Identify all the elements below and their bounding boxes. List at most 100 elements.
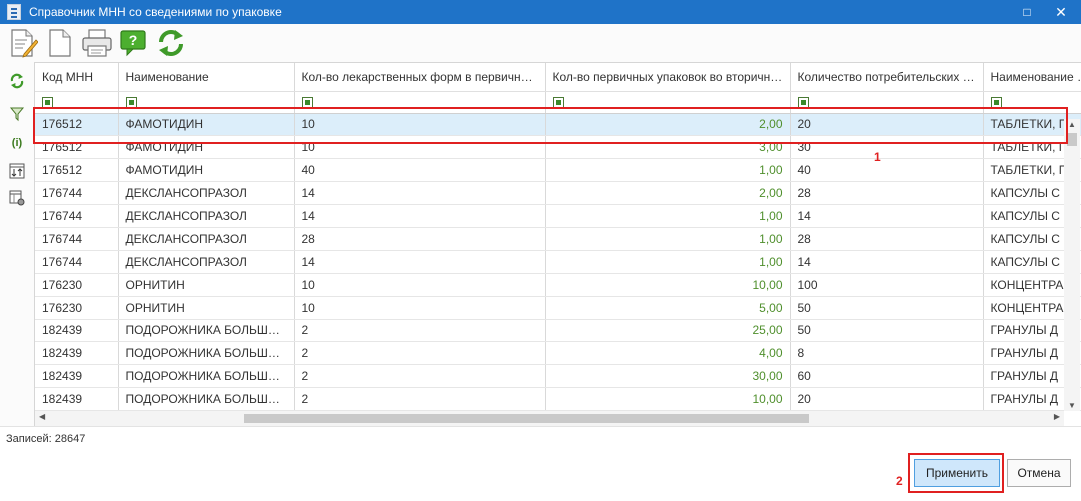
table-cell: 176230 xyxy=(35,296,119,320)
column-header[interactable]: Количество потребительских единиц xyxy=(790,63,984,92)
table-cell: 2 xyxy=(294,387,546,412)
annotation-number-1: 1 xyxy=(874,150,881,164)
table-cell: ФАМОТИДИН xyxy=(118,113,295,137)
table-row[interactable]: 182439 ПОДОРОЖНИКА БОЛЬШОГО 2 10,00 20 ГРАНУЛ… xyxy=(35,387,1081,412)
table-cell: 10 xyxy=(294,296,546,320)
help-icon[interactable]: ? xyxy=(117,27,150,59)
table-row[interactable]: 176512 ФАМОТИДИН 10 2,00 20 ТАБЛЕТКИ, П xyxy=(35,113,1081,137)
table-cell: ПОДОРОЖНИКА БОЛЬШОГО xyxy=(118,364,295,389)
filter-cell[interactable] xyxy=(983,91,1081,114)
table-cell: 25,00 xyxy=(545,319,791,343)
vertical-scroll-thumb[interactable] xyxy=(1067,133,1077,146)
table-cell: ОРНИТИН xyxy=(118,273,295,297)
table-cell: 100 xyxy=(790,273,984,297)
window-titlebar: Справочник МНН со сведениями по упаковке… xyxy=(0,0,1081,24)
table-cell: 10 xyxy=(294,113,546,137)
table-cell: 1,00 xyxy=(545,204,791,228)
filter-toggle-icon[interactable] xyxy=(797,97,809,109)
table-row[interactable]: 176744 ДЕКСЛАНСОПРАЗОЛ 14 2,00 28 КАПСУЛЫ С xyxy=(35,181,1081,206)
horizontal-scroll-thumb[interactable] xyxy=(244,414,809,423)
scroll-down-icon[interactable]: ▼ xyxy=(1067,401,1077,410)
table-cell: 2,00 xyxy=(545,181,791,206)
table-cell: ПОДОРОЖНИКА БОЛЬШОГО xyxy=(118,319,295,343)
table-cell: 10,00 xyxy=(545,273,791,297)
printer-icon[interactable] xyxy=(80,27,113,59)
info-icon[interactable]: (i) xyxy=(8,133,26,151)
scroll-left-icon[interactable]: ◀ xyxy=(39,412,45,421)
table-cell: 50 xyxy=(790,296,984,320)
table-cell: 28 xyxy=(790,181,984,206)
status-bar: Записей: 28647 xyxy=(0,426,1081,451)
table-cell: ФАМОТИДИН xyxy=(118,158,295,183)
table-cell: 182439 xyxy=(35,364,119,389)
filter-cell[interactable] xyxy=(118,91,295,114)
table-cell: 176744 xyxy=(35,250,119,274)
refresh-icon[interactable] xyxy=(154,27,187,59)
table-cell: 14 xyxy=(294,204,546,228)
table-cell: 2 xyxy=(294,319,546,343)
cancel-button[interactable]: Отмена xyxy=(1007,459,1071,487)
table-row[interactable]: 176512 ФАМОТИДИН 40 1,00 40 ТАБЛЕТКИ, П xyxy=(35,158,1081,183)
table-row[interactable]: 176744 ДЕКСЛАНСОПРАЗОЛ 14 1,00 14 КАПСУЛЫ С xyxy=(35,250,1081,274)
scroll-right-icon[interactable]: ▶ xyxy=(1054,412,1060,421)
table-cell: 40 xyxy=(294,158,546,183)
window-title: Справочник МНН со сведениями по упаковке xyxy=(29,5,282,19)
table-cell: 40 xyxy=(790,158,984,183)
table-row[interactable]: 176512 ФАМОТИДИН 10 3,00 30 ТАБЛЕТКИ, П xyxy=(35,135,1081,160)
filter-cell[interactable] xyxy=(790,91,984,114)
filter-icon[interactable] xyxy=(8,105,26,123)
table-cell: 182439 xyxy=(35,319,119,343)
blank-document-icon[interactable] xyxy=(43,27,76,59)
table-row[interactable]: 176230 ОРНИТИН 10 5,00 50 КОНЦЕНТРА xyxy=(35,296,1081,320)
filter-toggle-icon[interactable] xyxy=(990,97,1002,109)
table-cell: 1,00 xyxy=(545,158,791,183)
table-cell: 182439 xyxy=(35,341,119,366)
table-cell: 2 xyxy=(294,341,546,366)
maximize-button[interactable]: □ xyxy=(1013,0,1041,24)
table-cell: 14 xyxy=(790,250,984,274)
table-row[interactable]: 182439 ПОДОРОЖНИКА БОЛЬШОГО 2 30,00 60 ГРАНУЛ… xyxy=(35,364,1081,389)
table-cell: 10 xyxy=(294,135,546,160)
column-header[interactable]: Наименование xyxy=(118,63,295,92)
app-icon xyxy=(7,4,21,20)
table-row[interactable]: 176744 ДЕКСЛАНСОПРАЗОЛ 14 1,00 14 КАПСУЛЫ С xyxy=(35,204,1081,228)
table-cell: ПОДОРОЖНИКА БОЛЬШОГО xyxy=(118,341,295,366)
edit-document-icon[interactable] xyxy=(6,27,39,59)
vertical-scrollbar[interactable]: ▲ ▼ xyxy=(1064,119,1080,411)
column-header[interactable]: Наименование лекарственной формы xyxy=(983,63,1081,92)
table-cell: 2 xyxy=(294,364,546,389)
filter-toggle-icon[interactable] xyxy=(301,97,313,109)
apply-button[interactable]: Применить xyxy=(914,459,1000,487)
table-row[interactable]: 182439 ПОДОРОЖНИКА БОЛЬШОГО 2 4,00 8 ГРАНУЛЫ … xyxy=(35,341,1081,366)
table-row[interactable]: 176230 ОРНИТИН 10 10,00 100 КОНЦЕНТРА xyxy=(35,273,1081,297)
column-header[interactable]: Кол-во лекарственных форм в первичной уп… xyxy=(294,63,546,92)
table-cell: 3,00 xyxy=(545,135,791,160)
help-glyph: ? xyxy=(128,32,137,48)
table-cell: 182439 xyxy=(35,387,119,412)
filter-cell[interactable] xyxy=(294,91,546,114)
table-cell: 176744 xyxy=(35,204,119,228)
table-cell: 176512 xyxy=(35,158,119,183)
table-cell: 1,00 xyxy=(545,250,791,274)
column-header[interactable]: Кол-во первичных упаковок во вторичной у… xyxy=(545,63,791,92)
horizontal-scrollbar[interactable]: ◀ ▶ xyxy=(35,411,1064,426)
table-row[interactable]: 176744 ДЕКСЛАНСОПРАЗОЛ 28 1,00 28 КАПСУЛЫ С xyxy=(35,227,1081,251)
table-row[interactable]: 182439 ПОДОРОЖНИКА БОЛЬШОГО 2 25,00 50 ГРАНУЛ… xyxy=(35,319,1081,343)
filter-cell[interactable] xyxy=(545,91,791,114)
filter-cell[interactable] xyxy=(35,91,119,114)
info-glyph: (i) xyxy=(12,137,23,149)
annotation-number-2: 2 xyxy=(896,474,903,488)
filter-toggle-icon[interactable] xyxy=(552,97,564,109)
sort-icon[interactable] xyxy=(8,162,26,180)
filter-toggle-icon[interactable] xyxy=(42,97,53,109)
refresh-icon[interactable] xyxy=(8,72,26,90)
table-cell: ДЕКСЛАНСОПРАЗОЛ xyxy=(118,181,295,206)
scroll-up-icon[interactable]: ▲ xyxy=(1067,120,1077,129)
table-cell: 30 xyxy=(790,135,984,160)
filter-toggle-icon[interactable] xyxy=(125,97,137,109)
table-cell: 5,00 xyxy=(545,296,791,320)
column-settings-icon[interactable] xyxy=(8,189,26,207)
close-button[interactable]: ✕ xyxy=(1041,0,1081,24)
column-header[interactable]: Код МНН xyxy=(35,63,119,92)
left-toolbar: (i) xyxy=(0,62,34,426)
